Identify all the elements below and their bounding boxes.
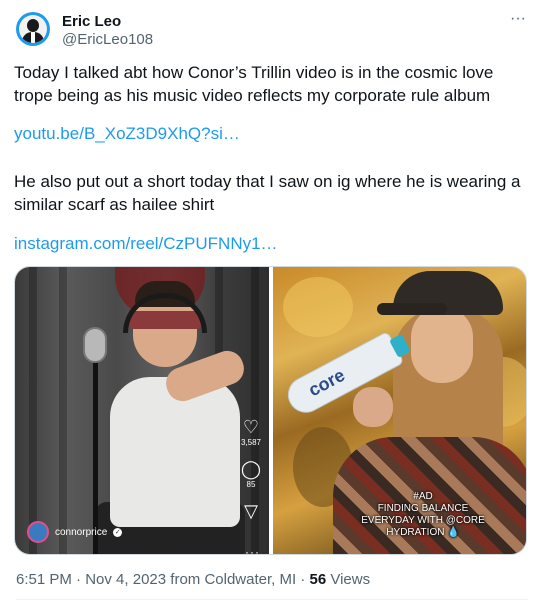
separator: · (71, 571, 86, 588)
verified-icon: ✓ (113, 527, 123, 537)
views-count: 56 (309, 571, 327, 588)
bottle-label: core (305, 364, 349, 401)
reel-action-bar: ♡ 3,587 ◯ 85 ▽ (237, 417, 265, 521)
reel-user: connorprice ✓ (27, 520, 123, 544)
reel-username: connorprice (55, 526, 108, 538)
comment-count: 85 (246, 480, 256, 489)
share-icon: ▽ (244, 501, 258, 521)
youtube-link[interactable]: youtu.be/B_XoZ3D9XhQ?si… (14, 122, 240, 145)
tweet-paragraph: He also put out a short today that I saw… (14, 172, 521, 214)
tweet-paragraph: Today I talked abt how Conor’s Trillin v… (14, 63, 494, 105)
more-icon: ··· (245, 545, 260, 555)
separator: · (296, 571, 310, 588)
tweet-time[interactable]: 6:51 PM (16, 571, 72, 588)
microphone (83, 327, 107, 363)
like-count: 3,587 (240, 438, 262, 447)
instagram-link[interactable]: instagram.com/reel/CzPUFNNy1… (14, 232, 278, 255)
divider (16, 599, 528, 600)
author-display-name[interactable]: Eric Leo (62, 13, 121, 30)
heart-icon: ♡ (242, 417, 260, 437)
more-options-icon[interactable]: ··· (508, 11, 528, 32)
tweet-date-location[interactable]: Nov 4, 2023 from Coldwater, MI (85, 571, 296, 588)
tweet-header: Eric Leo @EricLeo108 ··· (16, 11, 528, 52)
media-image-instagram-reel[interactable]: ♡ 3,587 ◯ 85 ▽ connorprice ✓ ··· (15, 267, 269, 555)
views-label: Views (326, 571, 371, 588)
comment-icon: ◯ (240, 459, 262, 479)
author-avatar[interactable] (16, 12, 50, 46)
author-handle[interactable]: @EricLeo108 (62, 31, 153, 48)
tweet-metadata: 6:51 PM · Nov 4, 2023 from Coldwater, MI… (16, 571, 370, 588)
media-grid: ♡ 3,587 ◯ 85 ▽ connorprice ✓ ··· core #A… (14, 266, 527, 555)
media-image-ad[interactable]: core #AD FINDING BALANCE EVERYDAY WITH @… (273, 267, 526, 554)
ad-caption: #AD FINDING BALANCE EVERYDAY WITH @CORE … (361, 491, 485, 538)
reel-user-avatar (27, 521, 49, 543)
